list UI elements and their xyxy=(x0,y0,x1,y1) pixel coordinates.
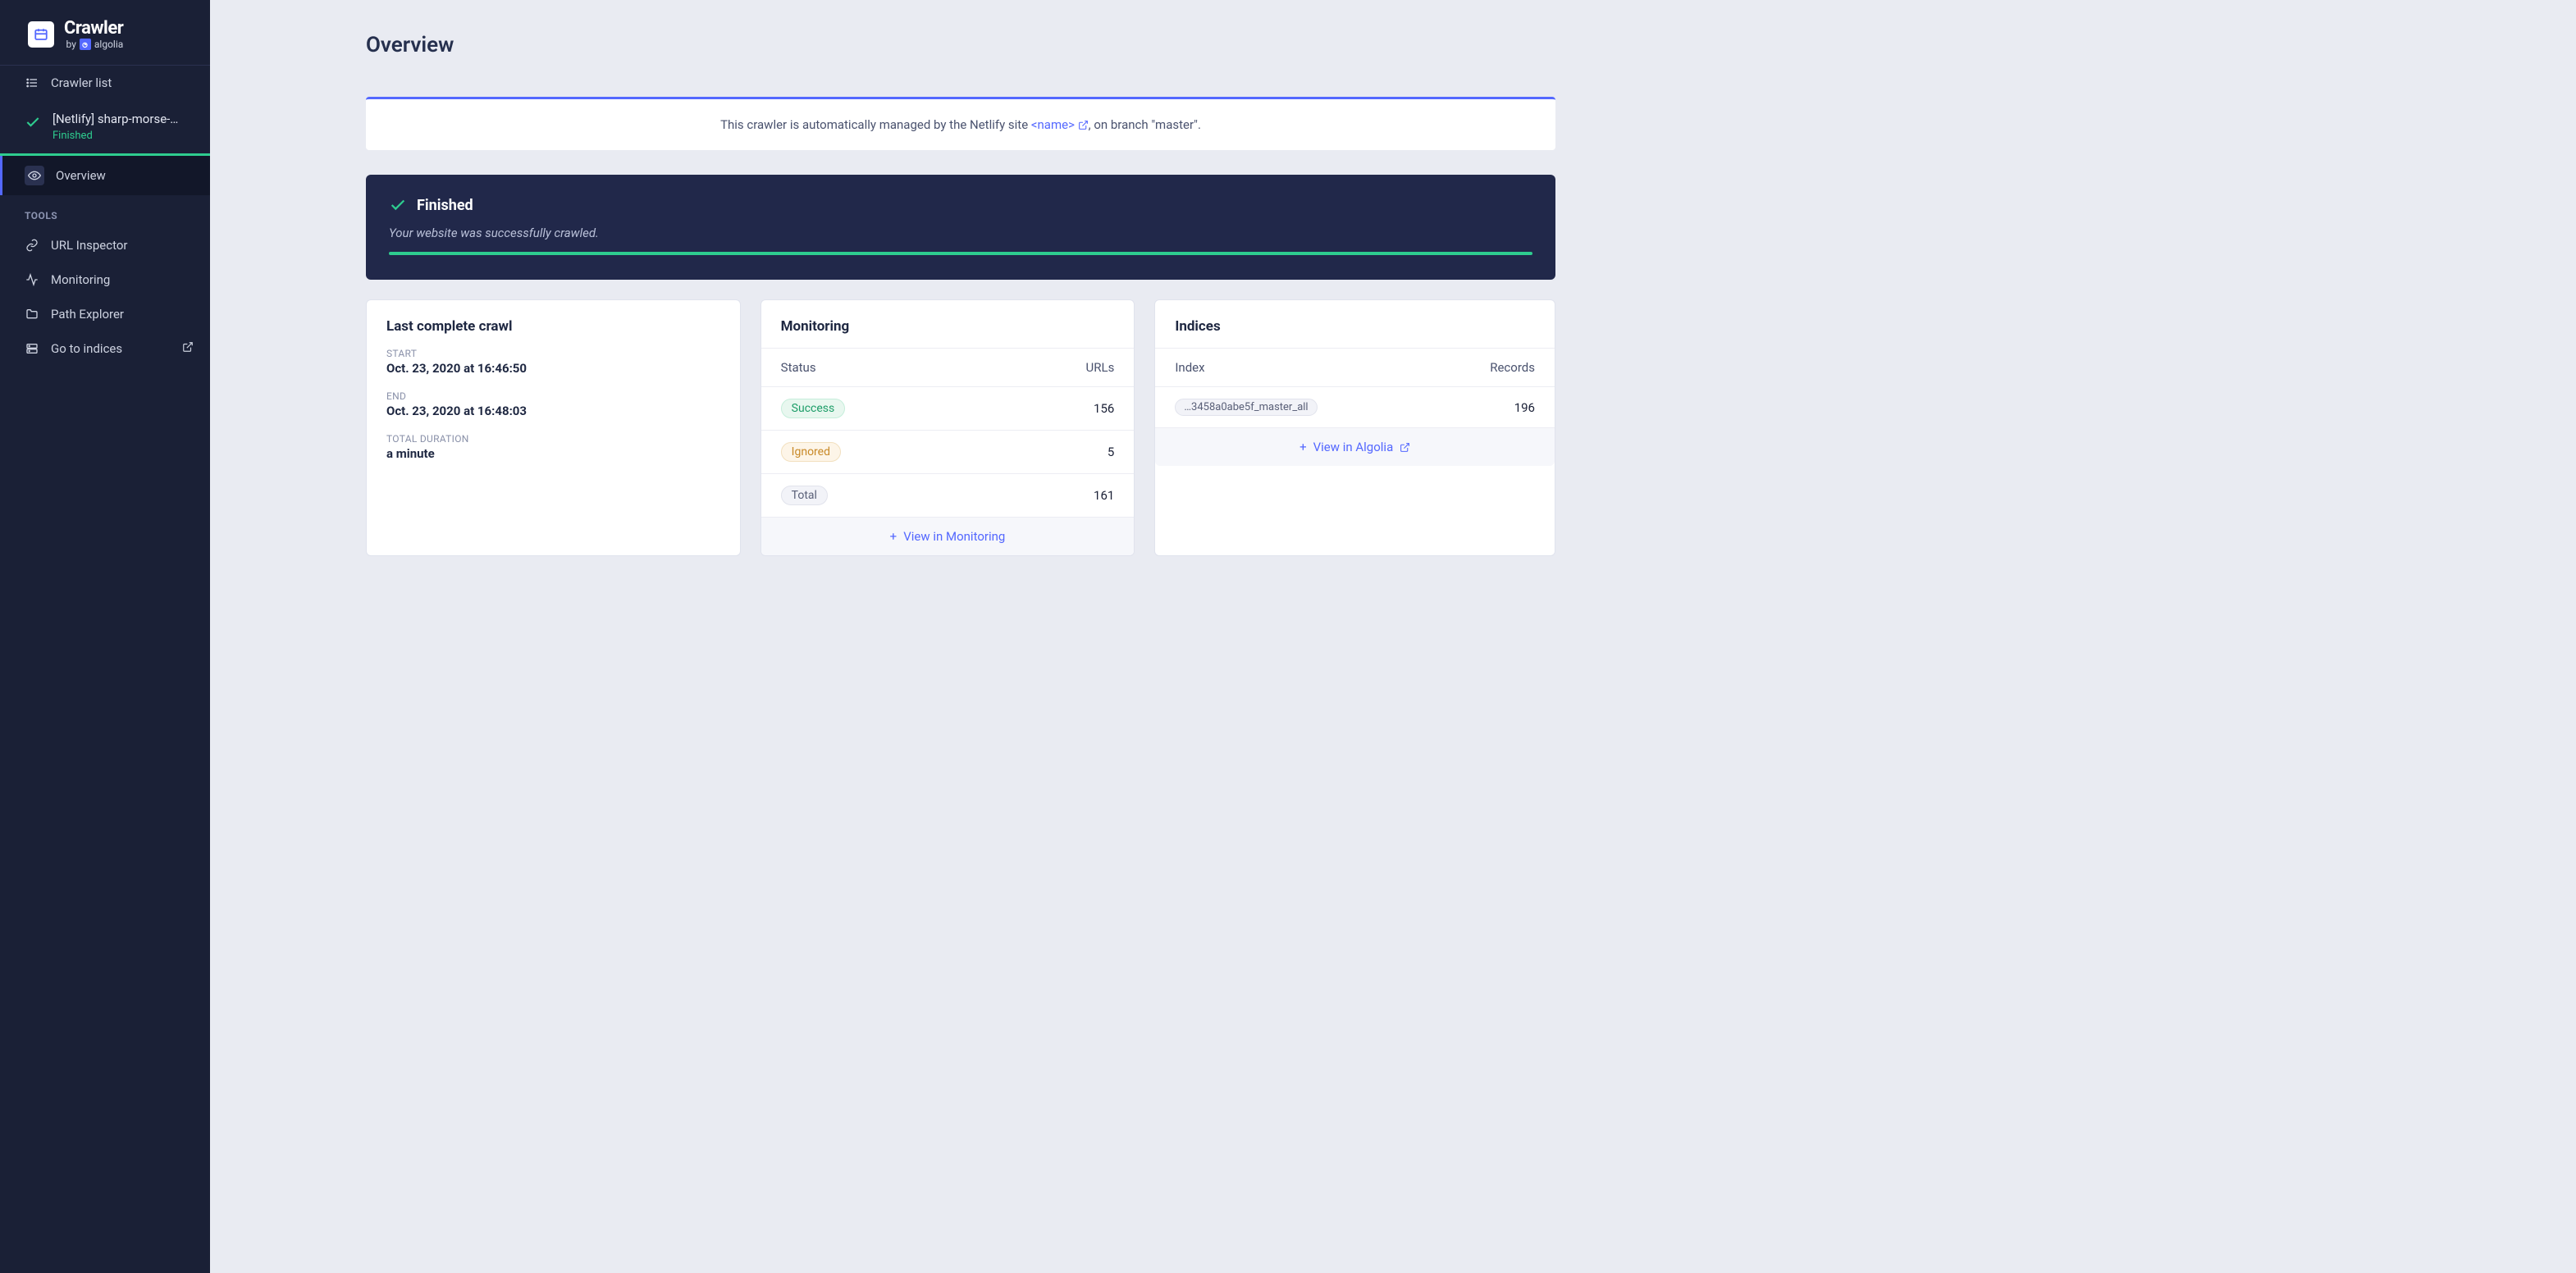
status-panel: Finished Your website was successfully c… xyxy=(366,175,1555,280)
end-label: END xyxy=(386,390,720,402)
plus-icon: + xyxy=(890,529,897,544)
status-badge: Total xyxy=(781,486,828,505)
external-link-icon xyxy=(182,341,194,356)
progress-bar xyxy=(389,252,1532,255)
footer-label: View in Algolia xyxy=(1313,440,1394,454)
table-row: Ignored 5 xyxy=(761,431,1135,474)
nav-overview-label: Overview xyxy=(56,168,106,183)
url-count: 5 xyxy=(1108,445,1114,459)
banner-site-link[interactable]: <name> xyxy=(1031,117,1089,132)
col-records: Records xyxy=(1490,360,1535,375)
crawler-logo-icon xyxy=(28,21,54,48)
nav-crawler-list-label: Crawler list xyxy=(51,75,112,90)
tools-header: TOOLS xyxy=(0,195,210,228)
footer-label: View in Monitoring xyxy=(903,529,1005,544)
col-index: Index xyxy=(1175,360,1204,375)
url-count: 156 xyxy=(1094,401,1114,416)
index-name-badge: …3458a0abe5f_master_all xyxy=(1175,399,1317,416)
current-crawler-status: Finished xyxy=(53,130,178,142)
list-icon xyxy=(25,76,39,89)
logo: Crawler by algolia xyxy=(0,0,210,66)
database-icon xyxy=(25,342,39,355)
brand-name: Crawler xyxy=(64,18,123,39)
status-title: Finished xyxy=(417,197,473,214)
nav-crawler-list[interactable]: Crawler list xyxy=(0,66,210,100)
card-indices: Indices Index Records …3458a0abe5f_maste… xyxy=(1154,299,1555,556)
nav-monitoring-label: Monitoring xyxy=(51,272,110,287)
status-message: Your website was successfully crawled. xyxy=(389,226,1532,240)
external-link-icon xyxy=(1078,120,1089,130)
folder-icon xyxy=(25,308,39,321)
status-badge: Success xyxy=(781,399,846,418)
card-monitoring: Monitoring Status URLs Success 156 Ignor… xyxy=(760,299,1135,556)
duration-label: TOTAL DURATION xyxy=(386,433,720,445)
nav-go-to-indices[interactable]: Go to indices xyxy=(0,331,210,366)
brand-byline: by algolia xyxy=(64,39,123,50)
nav-path-explorer[interactable]: Path Explorer xyxy=(0,297,210,331)
card-last-crawl: Last complete crawl START Oct. 23, 2020 … xyxy=(366,299,741,556)
table-row: …3458a0abe5f_master_all 196 xyxy=(1155,387,1555,428)
col-urls: URLs xyxy=(1086,360,1115,375)
nav-go-to-indices-label: Go to indices xyxy=(51,341,122,356)
nav-path-explorer-label: Path Explorer xyxy=(51,307,124,322)
indices-header-row: Index Records xyxy=(1155,349,1555,387)
current-crawler[interactable]: [Netlify] sharp-morse-… Finished xyxy=(0,100,210,156)
plus-icon: + xyxy=(1299,440,1307,454)
check-icon xyxy=(389,196,407,214)
status-badge: Ignored xyxy=(781,442,841,462)
current-crawler-name: [Netlify] sharp-morse-… xyxy=(53,112,178,126)
banner-post: , on branch "master". xyxy=(1089,117,1201,132)
sidebar: Crawler by algolia Crawler list xyxy=(0,0,210,1273)
end-value: Oct. 23, 2020 at 16:48:03 xyxy=(386,404,720,418)
algolia-icon xyxy=(80,39,91,50)
records-count: 196 xyxy=(1514,400,1535,415)
start-value: Oct. 23, 2020 at 16:46:50 xyxy=(386,361,720,376)
table-row: Total 161 xyxy=(761,474,1135,518)
nav-overview[interactable]: Overview xyxy=(0,156,210,195)
main-content: Overview This crawler is automatically m… xyxy=(210,0,1605,1273)
card-monitoring-title: Monitoring xyxy=(761,318,1135,348)
link-icon xyxy=(25,239,39,252)
page-title: Overview xyxy=(366,33,1555,57)
banner-link-text: <name> xyxy=(1031,117,1075,132)
eye-icon xyxy=(25,166,44,185)
monitoring-header-row: Status URLs xyxy=(761,349,1135,387)
view-in-monitoring-link[interactable]: + View in Monitoring xyxy=(761,518,1135,555)
external-link-icon xyxy=(1400,442,1410,453)
col-status: Status xyxy=(781,360,816,375)
check-icon xyxy=(25,114,41,134)
nav-monitoring[interactable]: Monitoring xyxy=(0,262,210,297)
byline-by: by xyxy=(66,39,76,50)
activity-icon xyxy=(25,273,39,286)
banner-pre: This crawler is automatically managed by… xyxy=(720,117,1031,132)
view-in-algolia-link[interactable]: + View in Algolia xyxy=(1155,428,1555,466)
nav-url-inspector-label: URL Inspector xyxy=(51,238,128,253)
duration-value: a minute xyxy=(386,446,720,461)
start-label: START xyxy=(386,348,720,359)
nav-url-inspector[interactable]: URL Inspector xyxy=(0,228,210,262)
info-banner: This crawler is automatically managed by… xyxy=(366,97,1555,150)
card-last-crawl-title: Last complete crawl xyxy=(367,318,740,348)
url-count: 161 xyxy=(1094,488,1114,503)
card-indices-title: Indices xyxy=(1155,318,1555,348)
table-row: Success 156 xyxy=(761,387,1135,431)
byline-algolia: algolia xyxy=(94,39,123,50)
